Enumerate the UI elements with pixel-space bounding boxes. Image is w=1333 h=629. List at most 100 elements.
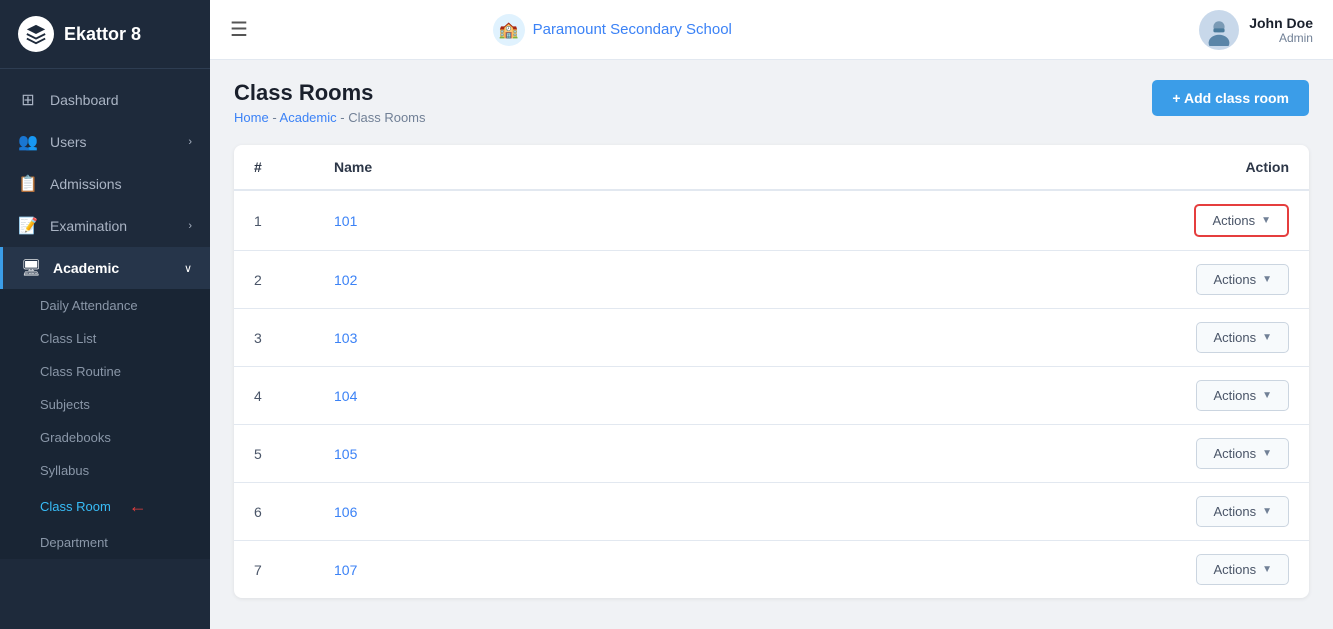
breadcrumb-home[interactable]: Home <box>234 110 269 125</box>
class-room-link[interactable]: 105 <box>334 446 357 462</box>
page-header: Class Rooms Home - Academic - Class Room… <box>234 80 1309 125</box>
sidebar-item-label: Dashboard <box>50 92 119 108</box>
submenu-label: Class Routine <box>40 364 121 379</box>
sidebar: Ekattor 8 ⊞ Dashboard 👥 Users › 📋 Admiss… <box>0 0 210 629</box>
school-icon: 🏫 <box>493 14 525 46</box>
actions-label: Actions <box>1213 388 1256 403</box>
avatar <box>1199 10 1239 50</box>
submenu-label: Syllabus <box>40 463 89 478</box>
table-row: 7 107 Actions▼ <box>234 541 1309 599</box>
cell-action: Actions ▼ <box>680 425 1309 483</box>
class-room-link[interactable]: 101 <box>334 213 357 229</box>
table-header-row: # Name Action <box>234 145 1309 190</box>
cell-num: 4 <box>234 367 314 425</box>
class-rooms-table: # Name Action 1101Actions▼2102Actions▼31… <box>234 145 1309 598</box>
sidebar-item-class-room[interactable]: Class Room ← <box>0 487 210 526</box>
actions-button[interactable]: Actions ▼ <box>1196 380 1289 411</box>
class-room-link[interactable]: 107 <box>334 562 357 578</box>
cell-action: Actions ▼ <box>680 483 1309 541</box>
cell-name: 105 <box>314 425 680 483</box>
actions-label: Actions <box>1213 446 1256 461</box>
sidebar-navigation: ⊞ Dashboard 👥 Users › 📋 Admissions 📝 Exa… <box>0 69 210 629</box>
dropdown-arrow-icon: ▼ <box>1262 506 1272 517</box>
sidebar-item-class-routine[interactable]: Class Routine <box>0 355 210 388</box>
submenu-label: Daily Attendance <box>40 298 138 313</box>
user-info: John Doe Admin <box>1249 15 1313 45</box>
submenu-label: Gradebooks <box>40 430 111 445</box>
actions-label: Actions <box>1213 504 1256 519</box>
class-room-link[interactable]: 103 <box>334 330 357 346</box>
cell-num: 6 <box>234 483 314 541</box>
table-row: 1 101 Actions▼ <box>234 190 1309 251</box>
add-class-room-button[interactable]: + Add class room <box>1152 80 1309 116</box>
cell-name: 103 <box>314 309 680 367</box>
sidebar-item-academic[interactable]: 🖥 Academic ∨ <box>0 247 210 289</box>
cell-name: 107 <box>314 541 680 599</box>
sidebar-item-department[interactable]: Department <box>0 526 210 559</box>
dashboard-icon: ⊞ <box>18 90 38 110</box>
cell-name: 102 <box>314 251 680 309</box>
sidebar-item-label: Admissions <box>50 176 122 192</box>
dropdown-arrow-icon: ▼ <box>1262 332 1272 343</box>
submenu-label: Department <box>40 535 108 550</box>
actions-button[interactable]: Actions ▼ <box>1196 438 1289 469</box>
user-name: John Doe <box>1249 15 1313 31</box>
user-role: Admin <box>1249 31 1313 45</box>
sidebar-item-examination[interactable]: 📝 Examination › <box>0 205 210 247</box>
actions-button[interactable]: Actions ▼ <box>1196 264 1289 295</box>
actions-label: Actions <box>1213 272 1256 287</box>
actions-button[interactable]: Actions▼ <box>1194 204 1289 237</box>
sidebar-item-syllabus[interactable]: Syllabus <box>0 454 210 487</box>
user-profile[interactable]: John Doe Admin <box>1199 10 1313 50</box>
actions-button[interactable]: Actions▼ <box>1196 554 1289 585</box>
sidebar-item-admissions[interactable]: 📋 Admissions <box>0 163 210 205</box>
col-header-name: Name <box>314 145 680 190</box>
table-row: 5105Actions▼ <box>234 425 1309 483</box>
actions-label: Actions <box>1213 330 1256 345</box>
cell-action: Actions ▼ <box>680 251 1309 309</box>
chevron-down-icon: ∨ <box>184 262 192 275</box>
users-icon: 👥 <box>18 132 38 152</box>
table-row: 6 106 Actions ▼ <box>234 483 1309 541</box>
dropdown-arrow-icon: ▼ <box>1262 274 1272 285</box>
school-info: 🏫 Paramount Secondary School <box>493 14 732 46</box>
admissions-icon: 📋 <box>18 174 38 194</box>
table-row: 4 104 Actions ▼ <box>234 367 1309 425</box>
actions-button[interactable]: Actions ▼ <box>1196 322 1289 353</box>
dropdown-arrow-icon: ▼ <box>1262 390 1272 401</box>
breadcrumb-academic[interactable]: Academic <box>280 110 337 125</box>
class-room-link[interactable]: 104 <box>334 388 357 404</box>
sidebar-item-dashboard[interactable]: ⊞ Dashboard <box>0 79 210 121</box>
cell-num: 7 <box>234 541 314 599</box>
chevron-right-icon: › <box>188 136 192 148</box>
cell-name: 101 <box>314 190 680 251</box>
dropdown-arrow-icon: ▼ <box>1262 448 1272 459</box>
breadcrumb-current: Class Rooms <box>348 110 425 125</box>
page-title-section: Class Rooms Home - Academic - Class Room… <box>234 80 426 125</box>
submenu-label: Class Room <box>40 499 111 514</box>
actions-label: Actions <box>1213 562 1256 577</box>
cell-action: Actions▼ <box>680 541 1309 599</box>
submenu-label: Class List <box>40 331 96 346</box>
submenu-label: Subjects <box>40 397 90 412</box>
sidebar-item-label: Academic <box>53 260 119 276</box>
actions-button[interactable]: Actions ▼ <box>1196 496 1289 527</box>
academic-icon: 🖥 <box>21 258 41 278</box>
actions-label: Actions <box>1212 213 1255 228</box>
class-room-link[interactable]: 102 <box>334 272 357 288</box>
sidebar-item-label: Users <box>50 134 87 150</box>
class-room-link[interactable]: 106 <box>334 504 357 520</box>
sidebar-item-subjects[interactable]: Subjects <box>0 388 210 421</box>
col-header-action: Action <box>680 145 1309 190</box>
sidebar-item-label: Examination <box>50 218 127 234</box>
sidebar-logo[interactable]: Ekattor 8 <box>0 0 210 69</box>
sidebar-item-class-list[interactable]: Class List <box>0 322 210 355</box>
main-content: ☰ 🏫 Paramount Secondary School John Doe … <box>210 0 1333 629</box>
chevron-right-icon: › <box>188 220 192 232</box>
col-header-num: # <box>234 145 314 190</box>
sidebar-item-daily-attendance[interactable]: Daily Attendance <box>0 289 210 322</box>
sidebar-item-users[interactable]: 👥 Users › <box>0 121 210 163</box>
sidebar-item-gradebooks[interactable]: Gradebooks <box>0 421 210 454</box>
menu-toggle-icon[interactable]: ☰ <box>230 17 248 42</box>
cell-num: 1 <box>234 190 314 251</box>
